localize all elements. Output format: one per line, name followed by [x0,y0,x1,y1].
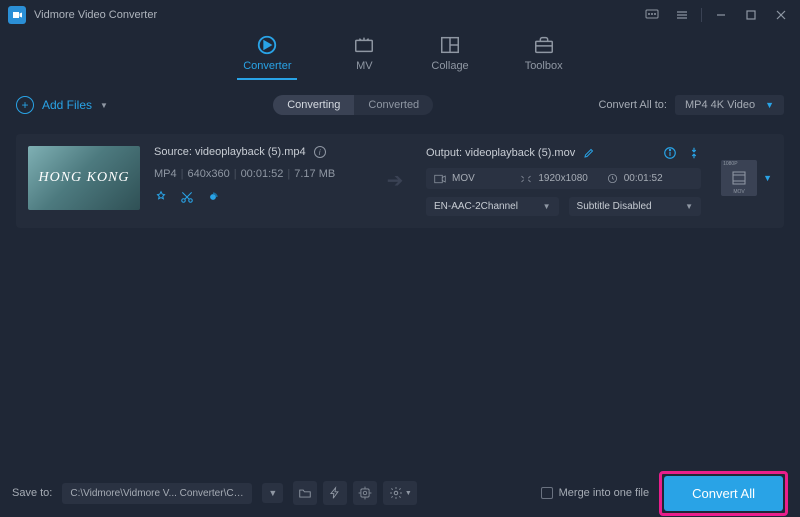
menu-icon[interactable] [671,5,693,25]
audio-dropdown[interactable]: EN-AAC-2Channel▼ [426,197,559,216]
chevron-down-icon: ▼ [765,100,774,110]
output-info-icon[interactable] [663,146,677,160]
output-format-caret[interactable]: ▼ [763,173,772,183]
thumbnail[interactable]: HONG KONG [28,146,140,210]
output-path[interactable]: C:\Vidmore\Vidmore V... Converter\Conver… [62,483,252,504]
collage-icon [439,34,461,56]
path-dropdown[interactable]: ▼ [262,483,283,503]
mv-icon [353,34,375,56]
tab-mv[interactable]: MV [353,34,375,86]
toolbox-icon [533,34,555,56]
tab-collage[interactable]: Collage [431,34,468,86]
app-logo [8,6,26,24]
maximize-button[interactable] [740,5,762,25]
edit-icon[interactable] [154,190,168,204]
converter-icon [256,34,278,56]
enhance-icon[interactable] [206,190,220,204]
subtab-converted[interactable]: Converted [354,95,433,115]
minimize-button[interactable] [710,5,732,25]
open-folder-button[interactable] [293,481,317,505]
subtab-converting[interactable]: Converting [273,95,354,115]
gpu-toggle-button[interactable] [323,481,347,505]
subtitle-dropdown[interactable]: Subtitle Disabled▼ [569,197,702,216]
merge-checkbox[interactable] [541,487,553,499]
feedback-icon[interactable] [641,5,663,25]
settings-button[interactable]: ▼ [383,481,417,505]
format-dropdown[interactable]: MP4 4K Video ▼ [675,95,784,115]
high-speed-button[interactable] [353,481,377,505]
sub-tabs: Converting Converted [273,95,433,115]
convert-all-button[interactable]: Convert All [664,476,783,511]
bottom-bar: Save to: C:\Vidmore\Vidmore V... Convert… [0,469,800,517]
output-meta: MOV 1920x1080 00:01:52 [426,168,701,189]
tab-toolbox[interactable]: Toolbox [525,34,563,86]
media-item: HONG KONG Source: videoplayback (5).mp4 … [16,134,784,228]
chevron-down-icon: ▼ [100,101,108,110]
source-line: Source: videoplayback (5).mp4 i [154,146,364,158]
toolbar: + Add Files ▼ Converting Converted Conve… [0,86,800,124]
close-button[interactable] [770,5,792,25]
tab-converter[interactable]: Converter [237,34,297,86]
main-tabs: Converter MV Collage Toolbox [0,30,800,86]
rename-icon[interactable] [583,147,595,159]
add-files-button[interactable]: + Add Files ▼ [16,96,108,114]
trim-icon[interactable] [180,190,194,204]
source-meta: MP4|640x360|00:01:52|7.17 MB [154,168,364,180]
output-format-thumb[interactable]: 1080P MOV [721,160,757,196]
compress-icon[interactable] [687,146,701,160]
info-icon[interactable]: i [314,146,326,158]
arrow-icon: ➔ [378,168,412,193]
titlebar: Vidmore Video Converter [0,0,800,30]
convert-all-to-label: Convert All to: [598,99,666,111]
plus-icon: + [16,96,34,114]
app-title: Vidmore Video Converter [34,9,157,21]
merge-option[interactable]: Merge into one file [541,487,650,499]
convert-highlight: Convert All [659,471,788,516]
output-line: Output: videoplayback (5).mov [426,147,595,159]
save-to-label: Save to: [12,487,52,499]
